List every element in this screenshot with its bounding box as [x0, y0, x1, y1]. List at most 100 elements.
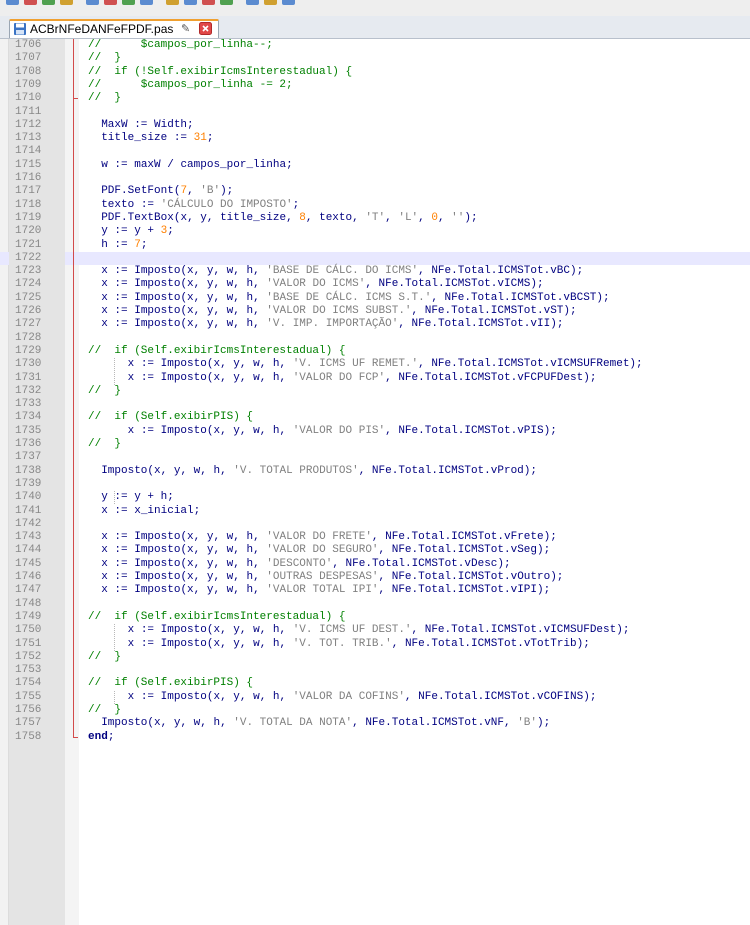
line-number: 1728 — [15, 331, 42, 344]
code-line[interactable]: 1754 // if (Self.exibirPIS) { — [0, 677, 750, 690]
pin-icon[interactable]: ✎ — [181, 22, 190, 35]
indent-guide — [114, 358, 115, 385]
code-line[interactable]: 1753 — [0, 664, 750, 677]
code-line[interactable]: 1721 h := 7; — [0, 239, 750, 252]
code-line[interactable]: 1750 x := Imposto(x, y, w, h, 'V. ICMS U… — [0, 624, 750, 637]
code-line[interactable]: 1729 // if (Self.exibirIcmsInterestadual)… — [0, 345, 750, 358]
code-line[interactable]: 1748 — [0, 598, 750, 611]
code-line[interactable]: 1735 x := Imposto(x, y, w, h, 'VALOR DO … — [0, 425, 750, 438]
toolbar-icon[interactable] — [42, 0, 55, 5]
code-text: x := Imposto(x, y, w, h, 'VALOR DO FCP',… — [127, 371, 597, 384]
toolbar-icon[interactable] — [246, 0, 259, 5]
toolbar-icon[interactable] — [104, 0, 117, 5]
code-line[interactable]: 1756 // } — [0, 704, 750, 717]
code-line[interactable]: 1717 PDF.SetFont(7, 'B'); — [0, 185, 750, 198]
code-line[interactable]: 1726 x := Imposto(x, y, w, h, 'VALOR DO … — [0, 305, 750, 318]
code-line[interactable]: 1706 // $campos_por_linha--; — [0, 39, 750, 52]
code-line[interactable]: 1730 x := Imposto(x, y, w, h, 'V. ICMS U… — [0, 358, 750, 371]
line-number: 1720 — [15, 225, 42, 238]
code-line[interactable]: 1710 // } — [0, 92, 750, 105]
code-line[interactable]: 1747 x := Imposto(x, y, w, h, 'VALOR TOT… — [0, 584, 750, 597]
code-line[interactable]: 1757 Imposto(x, y, w, h, 'V. TOTAL DA NO… — [0, 717, 750, 730]
code-line[interactable]: 1746 x := Imposto(x, y, w, h, 'OUTRAS DE… — [0, 571, 750, 584]
code-line[interactable]: 1715 w := maxW / campos_por_linha; — [0, 159, 750, 172]
code-line[interactable]: 1708 // if (!Self.exibirIcmsInterestadual… — [0, 66, 750, 79]
toolbar-icon[interactable] — [166, 0, 179, 5]
toolbar-icon[interactable] — [86, 0, 99, 5]
line-number: 1712 — [15, 118, 42, 131]
toolbar-icon[interactable] — [184, 0, 197, 5]
line-number: 1727 — [15, 318, 42, 331]
line-number: 1751 — [15, 637, 42, 650]
code-line[interactable]: 1724 x := Imposto(x, y, w, h, 'VALOR DO … — [0, 278, 750, 291]
code-line[interactable]: 1745 x := Imposto(x, y, w, h, 'DESCONTO'… — [0, 558, 750, 571]
code-line[interactable]: 1736 // } — [0, 438, 750, 451]
code-text: // } — [88, 384, 122, 397]
code-line[interactable]: 1751 x := Imposto(x, y, w, h, 'V. TOT. T… — [0, 638, 750, 651]
code-line[interactable]: 1737 — [0, 451, 750, 464]
line-number: 1730 — [15, 358, 42, 371]
code-line[interactable]: 1728 — [0, 332, 750, 345]
indent-guide — [114, 491, 115, 505]
toolbar-icon[interactable] — [24, 0, 37, 5]
code-line[interactable]: 1738 Imposto(x, y, w, h, 'V. TOTAL PRODU… — [0, 465, 750, 478]
code-line[interactable]: 1731 x := Imposto(x, y, w, h, 'VALOR DO … — [0, 372, 750, 385]
toolbar — [0, 0, 750, 16]
fold-guide — [73, 39, 74, 737]
line-number: 1709 — [15, 78, 42, 91]
code-line[interactable]: 1713 title_size := 31; — [0, 132, 750, 145]
code-line[interactable]: 1733 — [0, 398, 750, 411]
code-line[interactable]: 1755 x := Imposto(x, y, w, h, 'VALOR DA … — [0, 691, 750, 704]
code-text: x := Imposto(x, y, w, h, 'V. ICMS UF DES… — [127, 624, 630, 637]
toolbar-icon[interactable] — [6, 0, 19, 5]
toolbar-icon[interactable] — [220, 0, 233, 5]
code-line[interactable]: 1707 // } — [0, 52, 750, 65]
code-text: x := Imposto(x, y, w, h, 'VALOR DA COFIN… — [127, 690, 597, 703]
code-line[interactable]: 1727 x := Imposto(x, y, w, h, 'V. IMP. I… — [0, 318, 750, 331]
line-number: 1750 — [15, 624, 42, 637]
code-line[interactable]: 1723 x := Imposto(x, y, w, h, 'BASE DE C… — [0, 265, 750, 278]
code-line[interactable]: 1719 PDF.TextBox(x, y, title_size, 8, te… — [0, 212, 750, 225]
code-line[interactable]: 1711 — [0, 106, 750, 119]
code-text: x := Imposto(x, y, w, h, 'VALOR DO PIS',… — [127, 424, 557, 437]
line-number: 1758 — [15, 730, 42, 743]
line-number: 1754 — [15, 677, 42, 690]
code-line[interactable]: 1752 // } — [0, 651, 750, 664]
code-line[interactable]: 1714 — [0, 145, 750, 158]
code-text: // if (Self.exibirIcmsInterestadual) { — [88, 610, 346, 623]
line-number: 1742 — [15, 517, 42, 530]
code-line[interactable]: 1718 texto := 'CÁLCULO DO IMPOSTO'; — [0, 199, 750, 212]
code-line[interactable]: 1744 x := Imposto(x, y, w, h, 'VALOR DO … — [0, 544, 750, 557]
code-line[interactable]: 1716 — [0, 172, 750, 185]
toolbar-icon[interactable] — [122, 0, 135, 5]
line-number: 1721 — [15, 238, 42, 251]
code-line[interactable]: 1709 // $campos_por_linha -= 2; — [0, 79, 750, 92]
toolbar-icon[interactable] — [60, 0, 73, 5]
file-tab[interactable]: ACBrNFeDANFeFPDF.pas ✎ — [9, 19, 219, 38]
code-line[interactable]: 1739 — [0, 478, 750, 491]
code-line[interactable]: 1725 x := Imposto(x, y, w, h, 'BASE DE C… — [0, 292, 750, 305]
code-line[interactable]: 1712 MaxW := Width; — [0, 119, 750, 132]
code-line[interactable]: 1742 — [0, 518, 750, 531]
code-text: x := Imposto(x, y, w, h, 'VALOR DO ICMS'… — [101, 278, 544, 291]
code-line[interactable]: 1741 x := x_inicial; — [0, 505, 750, 518]
code-line[interactable]: 1722 — [0, 251, 750, 265]
code-line[interactable]: 1743 x := Imposto(x, y, w, h, 'VALOR DO … — [0, 531, 750, 544]
toolbar-icon[interactable] — [282, 0, 295, 5]
code-line[interactable]: 1749 // if (Self.exibirIcmsInterestadual)… — [0, 611, 750, 624]
code-line[interactable]: 1740 y := y + h; — [0, 491, 750, 504]
toolbar-icon[interactable] — [202, 0, 215, 5]
code-text: w := maxW / campos_por_linha; — [101, 158, 293, 171]
code-editor[interactable]: 1706 // $campos_por_linha--; 1707 // } 1708 /… — [0, 39, 750, 925]
toolbar-icon[interactable] — [264, 0, 277, 5]
code-line[interactable]: 1720 y := y + 3; — [0, 225, 750, 238]
code-text: PDF.SetFont(7, 'B'); — [101, 185, 234, 198]
code-line[interactable]: 1734 // if (Self.exibirPIS) { — [0, 411, 750, 424]
code-text: // if (!Self.exibirIcmsInterestadual) { — [88, 65, 353, 78]
toolbar-icon[interactable] — [140, 0, 153, 5]
code-line[interactable]: 1732 // } — [0, 385, 750, 398]
code-line[interactable]: 1758 end; — [0, 731, 750, 744]
close-icon[interactable] — [199, 22, 212, 35]
line-number: 1739 — [15, 477, 42, 490]
line-number: 1718 — [15, 198, 42, 211]
